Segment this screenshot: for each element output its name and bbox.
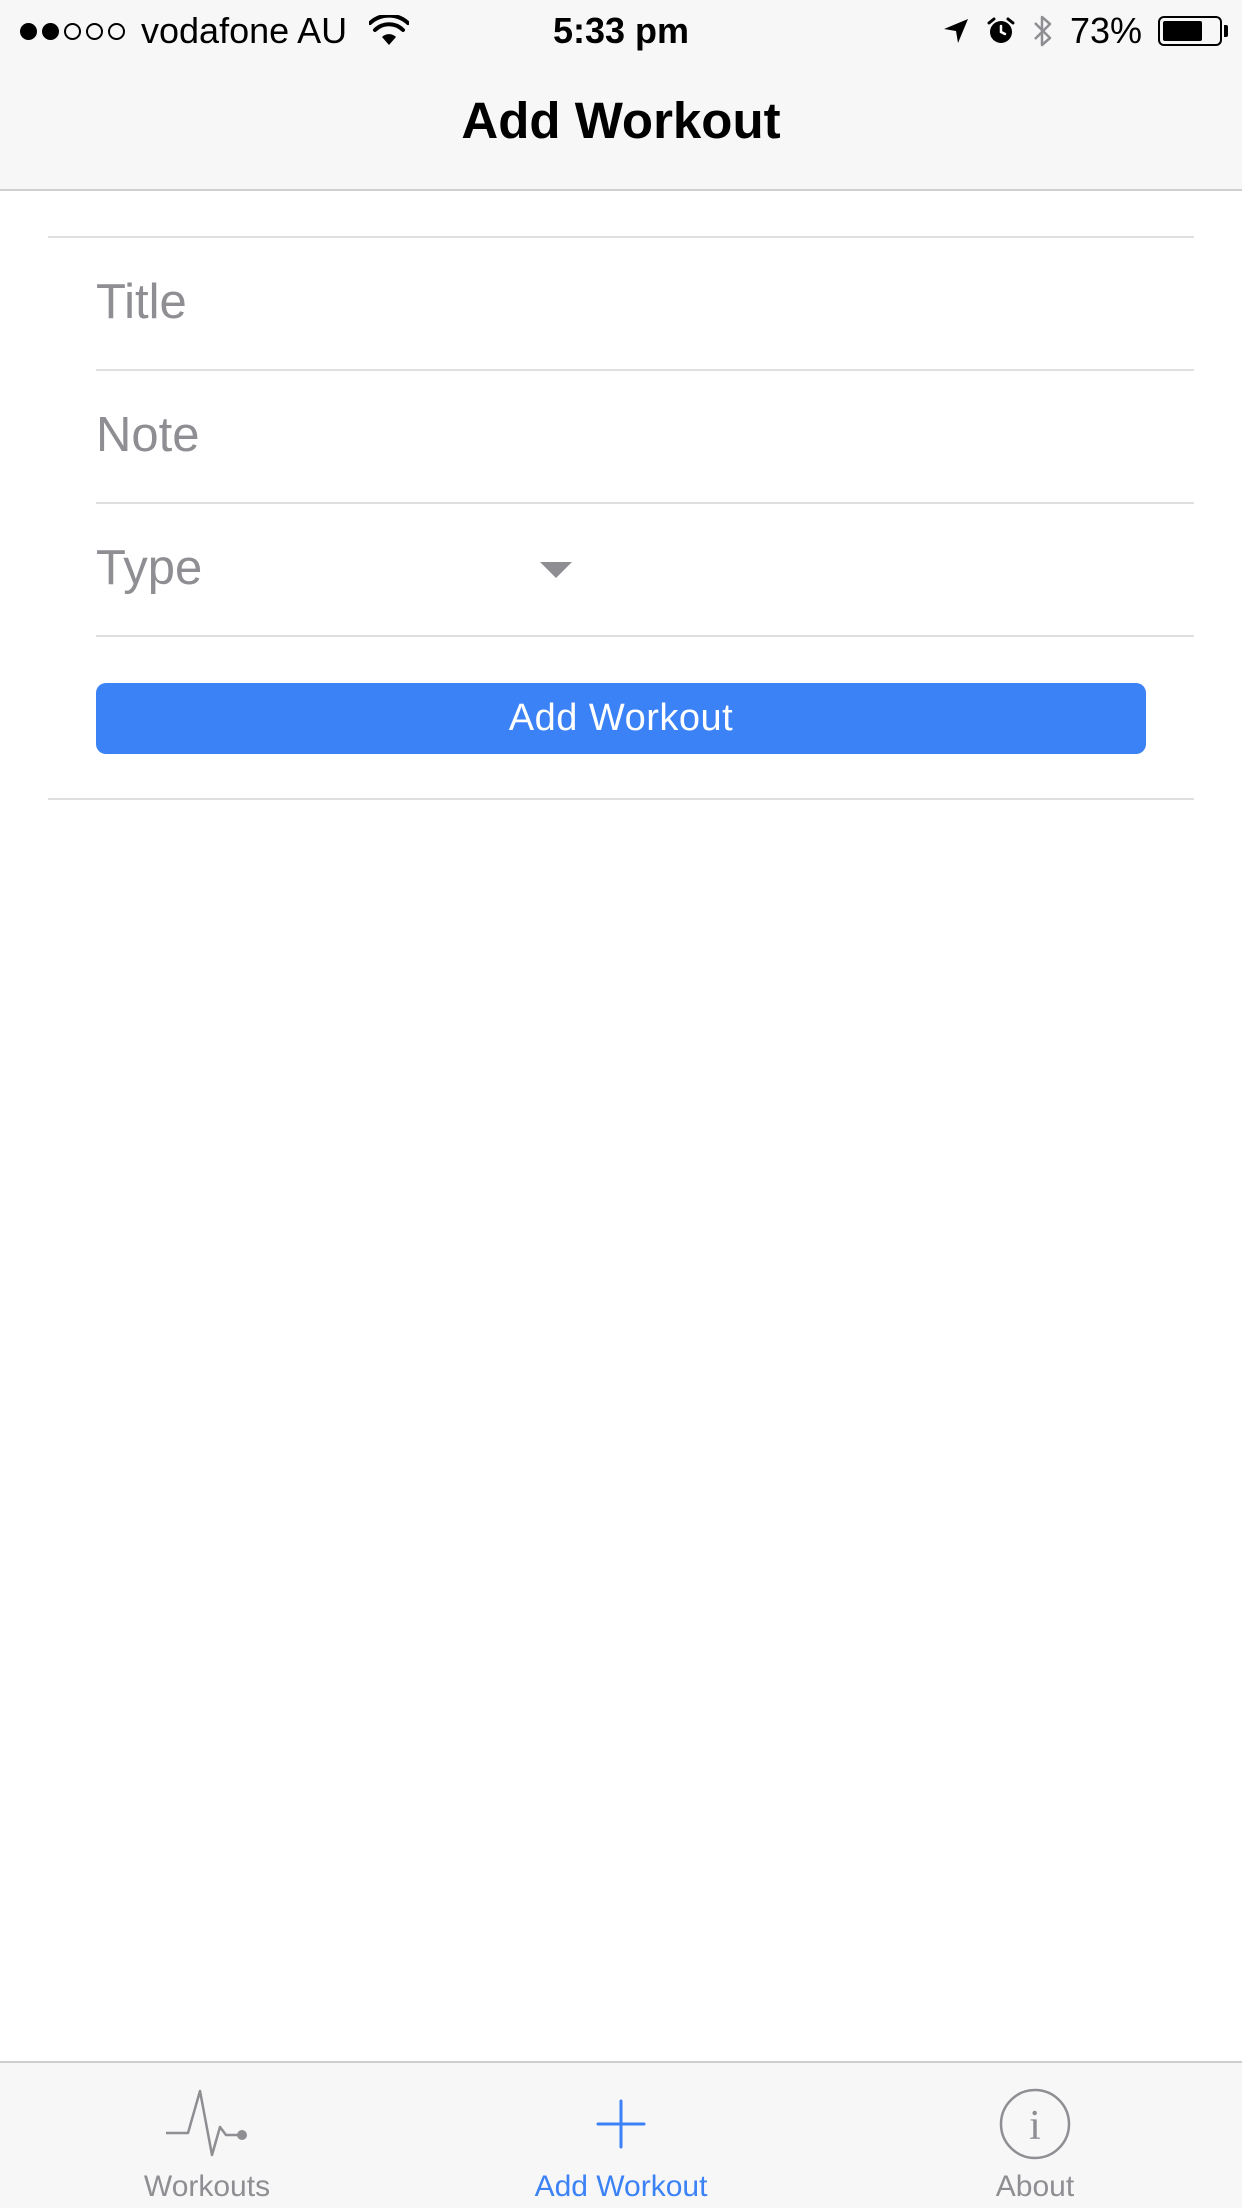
caret-down-icon	[540, 561, 572, 578]
add-workout-button[interactable]: Add Workout	[96, 683, 1146, 754]
tab-about[interactable]: i About	[828, 2063, 1242, 2208]
tab-label: Workouts	[143, 2170, 271, 2203]
location-arrow-icon	[943, 19, 968, 43]
heartbeat-icon	[166, 2089, 247, 2157]
note-field-row	[96, 369, 1194, 504]
status-bar: vodafone AU 5:33 pm 73%	[0, 0, 1242, 62]
tab-label: Add Workout	[534, 2170, 708, 2203]
title-input[interactable]	[96, 236, 1194, 367]
type-select-label: Type	[96, 540, 203, 595]
add-workout-form: Type Add Workout	[48, 236, 1194, 800]
page-title: Add Workout	[461, 92, 781, 149]
tab-bar: Workouts Add Workout i About	[0, 2061, 1242, 2208]
info-icon: i	[999, 2088, 1071, 2160]
tab-workouts[interactable]: Workouts	[0, 2063, 414, 2208]
type-select[interactable]: Type	[96, 504, 576, 635]
bluetooth-icon	[1034, 15, 1052, 47]
svg-text:i: i	[1029, 2103, 1041, 2149]
navigation-bar: Add Workout	[0, 62, 1242, 191]
status-right: 73%	[942, 10, 1228, 52]
battery-percent: 73%	[1069, 10, 1142, 51]
tab-add-workout[interactable]: Add Workout	[414, 2063, 828, 2208]
battery-icon	[1158, 16, 1228, 46]
plus-icon	[596, 2099, 646, 2149]
battery-fill	[1163, 21, 1203, 41]
tab-label: About	[995, 2170, 1075, 2203]
alarm-icon	[987, 17, 1015, 43]
title-field-row	[96, 236, 1194, 371]
type-field-row: Type	[96, 504, 1194, 637]
note-input[interactable]	[96, 369, 1194, 500]
